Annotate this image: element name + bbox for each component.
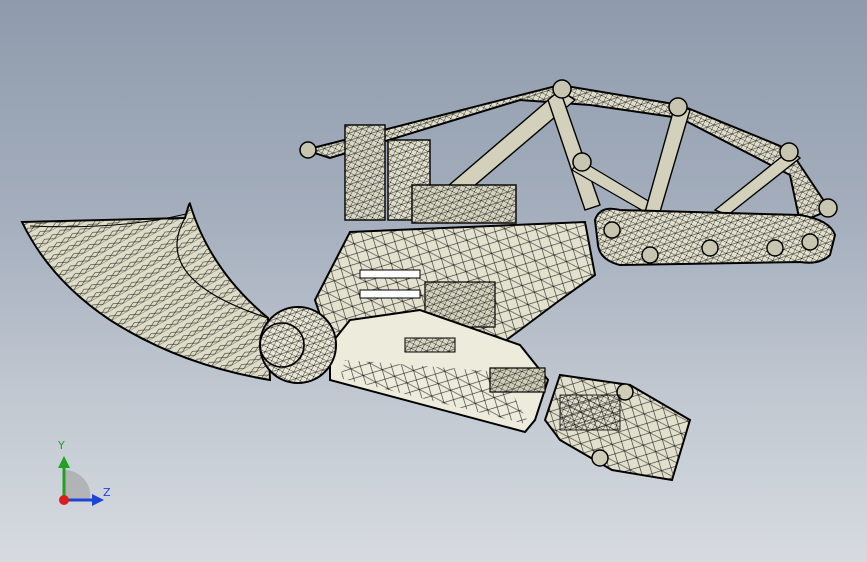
- track-part[interactable]: [593, 207, 837, 267]
- gripper-part[interactable]: [543, 373, 692, 482]
- axis-triad: Y Z: [46, 436, 126, 516]
- mesh-model[interactable]: [0, 0, 867, 562]
- axis-y-label: Y: [58, 439, 65, 452]
- pivot-joint[interactable]: [259, 306, 337, 384]
- truss-frame-part[interactable]: [299, 79, 838, 224]
- axis-z-label: Z: [103, 486, 111, 499]
- scoop-part[interactable]: [20, 202, 272, 382]
- cad-viewport[interactable]: Y Z: [0, 0, 867, 562]
